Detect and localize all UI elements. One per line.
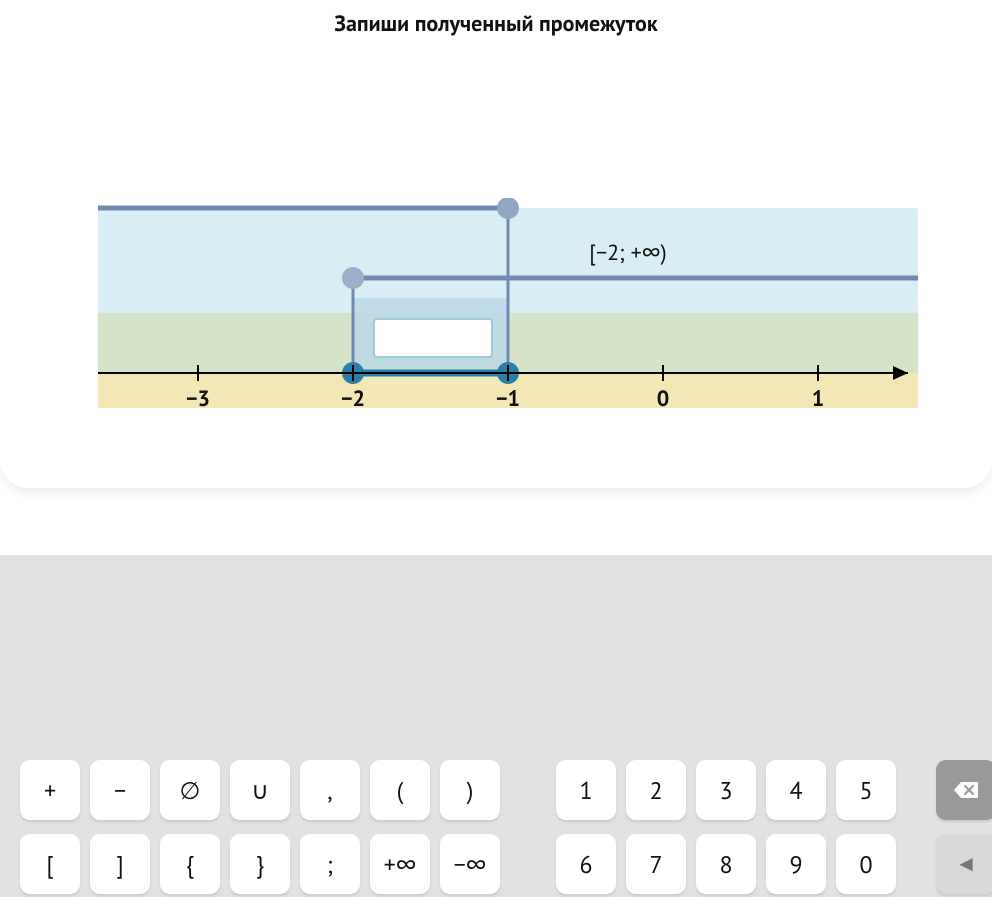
- key-9[interactable]: 9: [766, 834, 826, 894]
- key-union[interactable]: ∪: [230, 760, 290, 820]
- key-5[interactable]: 5: [836, 760, 896, 820]
- on-screen-keyboard: + − ∅ ∪ , ( ) 1 2 3 4 5 OK [ ] { } ; +∞ …: [0, 760, 992, 908]
- tick-label: 1: [812, 385, 824, 413]
- key-0[interactable]: 0: [836, 834, 896, 894]
- key-empty-set[interactable]: ∅: [160, 760, 220, 820]
- key-3[interactable]: 3: [696, 760, 756, 820]
- backspace-icon: [953, 781, 979, 799]
- keyboard-row-2: [ ] { } ; +∞ −∞ 6 7 8 9 0 ◄ ►: [20, 834, 972, 894]
- number-line-plot: −3 −2 −1 0 1 (−∞; −1] [−2; +∞): [98, 198, 992, 448]
- key-8[interactable]: 8: [696, 834, 756, 894]
- key-left-arrow[interactable]: ◄: [936, 834, 992, 894]
- key-plus[interactable]: +: [20, 760, 80, 820]
- key-rbracket[interactable]: ]: [90, 834, 150, 894]
- tick-label: −1: [496, 385, 520, 413]
- key-1[interactable]: 1: [556, 760, 616, 820]
- key-2[interactable]: 2: [626, 760, 686, 820]
- tick-label: 0: [657, 385, 669, 413]
- key-6[interactable]: 6: [556, 834, 616, 894]
- key-4[interactable]: 4: [766, 760, 826, 820]
- key-rparen[interactable]: ): [440, 760, 500, 820]
- key-lbracket[interactable]: [: [20, 834, 80, 894]
- answer-input[interactable]: [373, 318, 493, 358]
- problem-card: Запиши полученный промежуток: [0, 0, 992, 488]
- key-7[interactable]: 7: [626, 834, 686, 894]
- problem-title: Запиши полученный промежуток: [0, 10, 992, 38]
- key-lparen[interactable]: (: [370, 760, 430, 820]
- interval-b-label: [−2; +∞): [589, 239, 666, 267]
- interval-a-endpoint: [497, 198, 519, 219]
- key-rbrace[interactable]: }: [230, 834, 290, 894]
- tick-label: −3: [186, 385, 210, 413]
- key-semicolon[interactable]: ;: [300, 834, 360, 894]
- tick-label: −2: [341, 385, 365, 413]
- key-minus-inf[interactable]: −∞: [440, 834, 500, 894]
- key-lbrace[interactable]: {: [160, 834, 220, 894]
- keyboard-row-1: + − ∅ ∪ , ( ) 1 2 3 4 5 OK: [20, 760, 972, 820]
- interval-b-endpoint: [342, 267, 364, 289]
- key-comma[interactable]: ,: [300, 760, 360, 820]
- key-plus-inf[interactable]: +∞: [370, 834, 430, 894]
- key-minus[interactable]: −: [90, 760, 150, 820]
- key-backspace[interactable]: [936, 760, 992, 820]
